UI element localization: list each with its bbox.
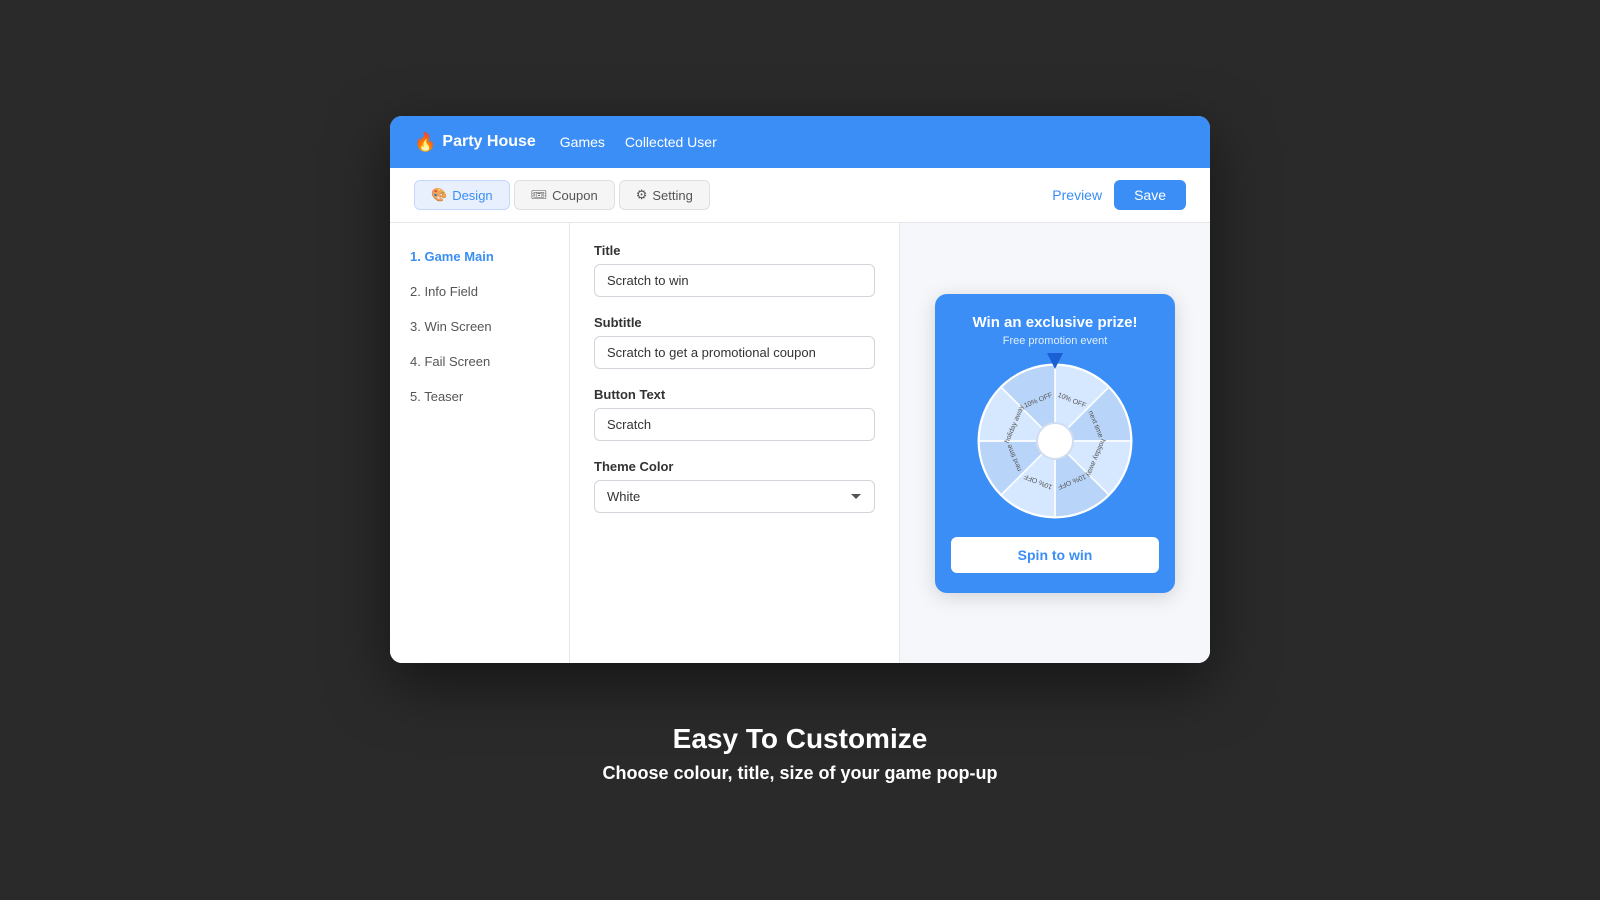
sidebar-item-info-field[interactable]: 2. Info Field [390,274,569,309]
theme-color-label: Theme Color [594,459,875,474]
sidebar-item-fail-screen[interactable]: 4. Fail Screen [390,344,569,379]
sidebar-item-win-screen[interactable]: 3. Win Screen [390,309,569,344]
subtitle-label: Subtitle [594,315,875,330]
spin-card-title: Win an exclusive prize! [951,314,1159,331]
app-window: 🔥 Party House Games Collected User 🎨 Des… [390,116,1210,663]
title-label: Title [594,243,875,258]
flame-icon: 🔥 [414,132,436,153]
navbar-nav: Games Collected User [560,134,717,150]
button-text-group: Button Text [594,387,875,441]
subtitle-input[interactable] [594,336,875,369]
preview-button[interactable]: Preview [1052,187,1102,203]
spin-card: Win an exclusive prize! Free promotion e… [935,294,1175,593]
theme-color-select[interactable]: White Blue Red Green [594,480,875,513]
wheel-pointer [1047,353,1063,369]
setting-icon: ⚙ [636,187,648,203]
tab-design[interactable]: 🎨 Design [414,180,510,210]
brand-name: Party House [442,133,535,151]
toolbar: 🎨 Design 🎟 Coupon ⚙ Setting Preview Save [390,168,1210,223]
sidebar: 1. Game Main 2. Info Field 3. Win Screen… [390,223,570,663]
main-content: 1. Game Main 2. Info Field 3. Win Screen… [390,223,1210,663]
title-input[interactable] [594,264,875,297]
navbar: 🔥 Party House Games Collected User [390,116,1210,168]
toolbar-actions: Preview Save [1052,180,1186,210]
tab-group: 🎨 Design 🎟 Coupon ⚙ Setting [414,180,710,210]
design-icon: 🎨 [431,187,447,203]
spin-card-subtitle: Free promotion event [951,335,1159,347]
subtitle-group: Subtitle [594,315,875,369]
wheel-container: 10% OFF next time holiday away 10% OFF 1… [975,361,1135,521]
tab-coupon[interactable]: 🎟 Coupon [514,180,615,210]
sidebar-item-teaser[interactable]: 5. Teaser [390,379,569,414]
coupon-icon: 🎟 [531,187,548,203]
navbar-brand: 🔥 Party House [414,132,536,153]
nav-games[interactable]: Games [560,134,605,150]
bottom-title: Easy To Customize [602,723,997,755]
form-panel: Title Subtitle Button Text Theme Color W… [570,223,900,663]
sidebar-item-game-main[interactable]: 1. Game Main [390,239,569,274]
theme-color-group: Theme Color White Blue Red Green [594,459,875,513]
spin-button[interactable]: Spin to win [951,537,1159,573]
bottom-subtitle: Choose colour, title, size of your game … [602,763,997,784]
wheel-svg: 10% OFF next time holiday away 10% OFF 1… [975,361,1135,521]
button-text-label: Button Text [594,387,875,402]
nav-collected-user[interactable]: Collected User [625,134,717,150]
save-button[interactable]: Save [1114,180,1186,210]
preview-panel: Win an exclusive prize! Free promotion e… [900,223,1210,663]
bottom-text: Easy To Customize Choose colour, title, … [602,723,997,784]
title-group: Title [594,243,875,297]
button-text-input[interactable] [594,408,875,441]
tab-setting[interactable]: ⚙ Setting [619,180,710,210]
